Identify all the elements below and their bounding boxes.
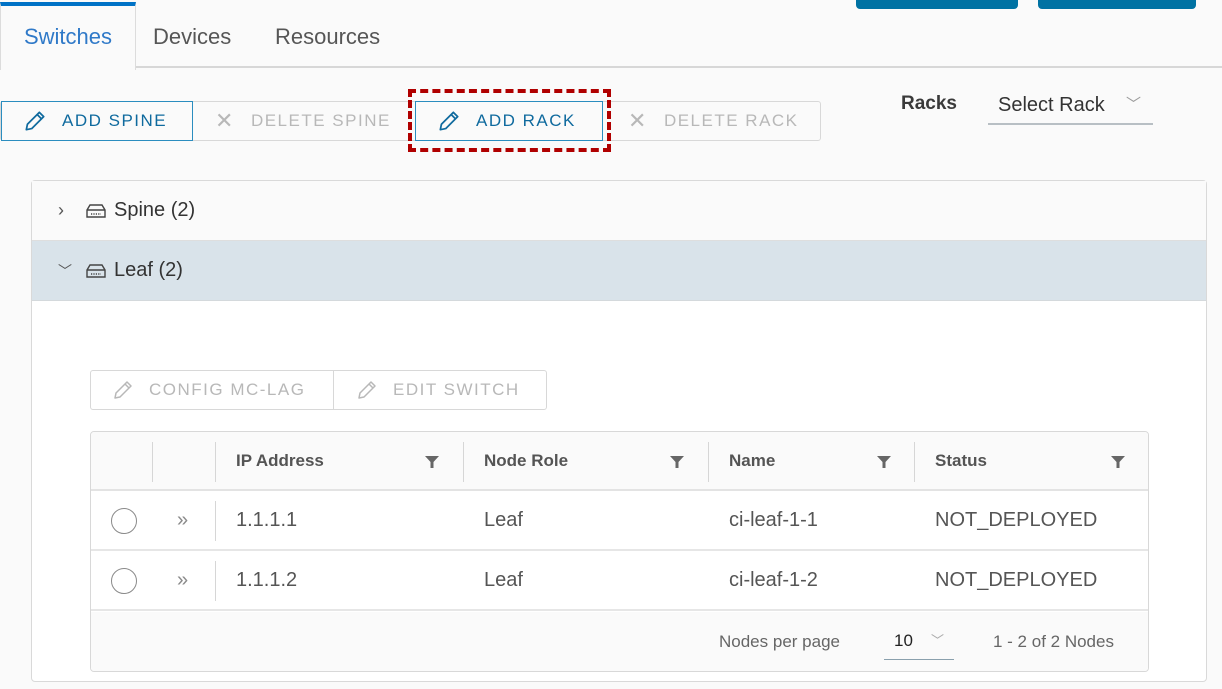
pencil-icon bbox=[355, 378, 379, 402]
column-separator bbox=[708, 442, 709, 482]
column-separator bbox=[215, 501, 216, 541]
rack-select[interactable]: Select Rack ﹀ bbox=[988, 89, 1153, 125]
config-mc-lag-button[interactable]: CONFIG MC-LAG bbox=[111, 371, 305, 409]
close-icon: ✕ bbox=[215, 108, 235, 133]
filter-icon[interactable] bbox=[877, 456, 891, 468]
cell-name: ci-leaf-1-1 bbox=[729, 509, 818, 531]
page-size-label: Nodes per page bbox=[719, 632, 840, 651]
add-spine-button[interactable]: ADD SPINE bbox=[1, 101, 193, 141]
edit-switch-label: EDIT SWITCH bbox=[393, 380, 520, 399]
column-header-ip[interactable]: IP Address bbox=[236, 432, 324, 491]
tab-switches[interactable]: Switches bbox=[0, 2, 136, 70]
accordion-leaf-label: Leaf (2) bbox=[114, 259, 183, 281]
row-radio[interactable] bbox=[111, 508, 137, 534]
page-size-select[interactable]: 10 ﹀ bbox=[884, 624, 954, 660]
pencil-icon bbox=[111, 378, 135, 402]
column-separator bbox=[215, 442, 216, 482]
table-row[interactable]: » 1.1.1.1 Leaf ci-leaf-1-1 NOT_DEPLOYED bbox=[91, 491, 1148, 551]
row-radio[interactable] bbox=[111, 568, 137, 594]
delete-spine-label: DELETE SPINE bbox=[250, 111, 391, 130]
add-spine-label: ADD SPINE bbox=[62, 111, 168, 130]
leaf-action-group: CONFIG MC-LAG EDIT SWITCH bbox=[90, 370, 547, 410]
accordion-spine-label: Spine (2) bbox=[114, 199, 196, 221]
filter-icon[interactable] bbox=[670, 456, 684, 468]
pagination-count: 1 - 2 of 2 Nodes bbox=[993, 632, 1114, 651]
column-header-name[interactable]: Name bbox=[729, 432, 775, 491]
chevron-down-icon: ﹀ bbox=[930, 633, 944, 648]
cell-node-role: Leaf bbox=[484, 569, 523, 591]
filter-icon[interactable] bbox=[425, 456, 439, 468]
grid-header: IP Address Node Role Name Status bbox=[91, 432, 1148, 491]
racks-label: Racks bbox=[901, 93, 957, 114]
delete-rack-button[interactable]: ✕ DELETE RACK bbox=[610, 101, 820, 141]
edit-switch-button[interactable]: EDIT SWITCH bbox=[355, 371, 520, 409]
delete-spine-button[interactable]: ✕ DELETE SPINE bbox=[193, 101, 405, 141]
config-mc-lag-label: CONFIG MC-LAG bbox=[149, 380, 306, 399]
divider bbox=[333, 371, 334, 409]
add-rack-label: ADD RACK bbox=[476, 111, 576, 130]
column-header-status[interactable]: Status bbox=[935, 432, 987, 491]
switch-datagrid: IP Address Node Role Name Status » 1.1.1… bbox=[90, 431, 1149, 672]
double-chevron-right-icon[interactable]: » bbox=[177, 491, 188, 549]
accordion-leaf[interactable]: ﹀ Leaf (2) bbox=[32, 241, 1206, 301]
cell-node-role: Leaf bbox=[484, 509, 523, 531]
cell-status: NOT_DEPLOYED bbox=[935, 509, 1098, 531]
cell-ip: 1.1.1.1 bbox=[236, 509, 298, 531]
switch-panel: › Spine (2) ﹀ Leaf (2) CONFIG MC-LAG EDI… bbox=[31, 180, 1207, 682]
cell-status: NOT_DEPLOYED bbox=[935, 569, 1098, 591]
column-separator bbox=[463, 442, 464, 482]
tab-bar: Switches Devices Resources bbox=[0, 0, 1222, 70]
cell-ip: 1.1.1.2 bbox=[236, 569, 298, 591]
grid-footer: Nodes per page 10 ﹀ 1 - 2 of 2 Nodes bbox=[91, 612, 1148, 671]
delete-rack-label: DELETE RACK bbox=[663, 111, 799, 130]
column-separator bbox=[152, 442, 153, 482]
tab-resources[interactable]: Resources bbox=[275, 2, 380, 68]
column-separator bbox=[215, 561, 216, 601]
close-icon: ✕ bbox=[628, 108, 648, 133]
table-row[interactable]: » 1.1.1.2 Leaf ci-leaf-1-2 NOT_DEPLOYED bbox=[91, 551, 1148, 611]
column-header-node-role[interactable]: Node Role bbox=[484, 432, 568, 491]
column-separator bbox=[914, 442, 915, 482]
chevron-right-icon: › bbox=[58, 200, 64, 220]
switch-icon bbox=[86, 203, 106, 218]
pencil-icon bbox=[436, 108, 462, 134]
filter-icon[interactable] bbox=[1111, 456, 1125, 468]
rack-select-value: Select Rack bbox=[998, 94, 1105, 116]
page-size-value: 10 bbox=[894, 631, 913, 650]
add-rack-button[interactable]: ADD RACK bbox=[415, 101, 603, 141]
tab-devices[interactable]: Devices bbox=[153, 2, 231, 68]
chevron-down-icon: ﹀ bbox=[1125, 96, 1141, 113]
pencil-icon bbox=[22, 108, 48, 134]
switch-icon bbox=[86, 263, 106, 278]
chevron-down-icon: ﹀ bbox=[58, 262, 72, 279]
accordion-spine[interactable]: › Spine (2) bbox=[32, 181, 1206, 241]
cell-name: ci-leaf-1-2 bbox=[729, 569, 818, 591]
double-chevron-right-icon[interactable]: » bbox=[177, 551, 188, 609]
